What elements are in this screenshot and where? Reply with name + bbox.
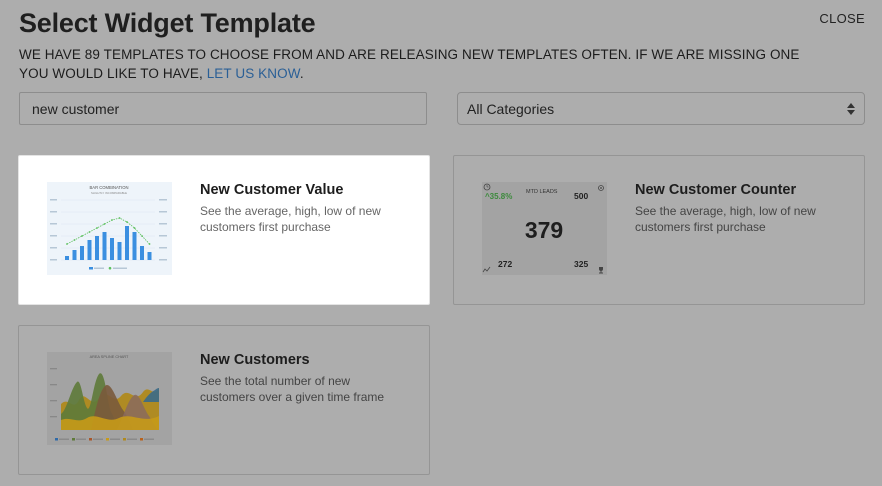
subtitle-text: WE HAVE 89 TEMPLATES TO CHOOSE FROM AND … — [19, 47, 800, 81]
category-selected-value: All Categories — [467, 100, 555, 117]
subtitle-end: . — [299, 66, 304, 81]
close-button[interactable]: CLOSE — [819, 11, 865, 26]
dialog-subtitle: WE HAVE 89 TEMPLATES TO CHOOSE FROM AND … — [19, 45, 809, 83]
category-select[interactable]: All Categories — [457, 92, 865, 125]
template-card-new-customers[interactable]: AREA SPLINE CHART New Customers See the … — [18, 325, 430, 475]
area-spline-thumbnail: AREA SPLINE CHART — [47, 352, 172, 445]
trend-icon — [482, 266, 491, 273]
bar-combination-chart-icon: BAR COMBINATION SLIGHTLY INCOMPARABLE — [50, 185, 167, 270]
thumb-heading: AREA SPLINE CHART — [90, 355, 129, 359]
template-description: See the average, high, low of new custom… — [200, 204, 381, 234]
template-description: See the total number of new customers ov… — [200, 374, 385, 404]
counter-change: 35.8% — [490, 192, 513, 201]
bar-combination-thumbnail: BAR COMBINATION SLIGHTLY INCOMPARABLE — [47, 182, 172, 275]
counter-top-right: 500 — [574, 191, 588, 201]
template-title: New Customer Counter — [635, 182, 797, 198]
dialog-title: Select Widget Template — [19, 8, 316, 38]
counter-bottom-right: 325 — [574, 259, 588, 269]
template-description: See the average, high, low of new custom… — [635, 204, 816, 234]
thumb-heading: BAR COMBINATION — [89, 185, 128, 190]
counter-bottom-left: 272 — [498, 259, 512, 269]
svg-text:^35.8%: ^35.8% — [485, 192, 512, 201]
template-title: New Customer Value — [200, 182, 344, 198]
counter-thumbnail: ^35.8% MTD LEADS 500 379 272 325 — [482, 182, 607, 275]
thumb-subheading: SLIGHTLY INCOMPARABLE — [91, 191, 127, 195]
select-arrows-icon — [847, 102, 855, 115]
template-title: New Customers — [200, 352, 310, 368]
area-spline-chart-icon: AREA SPLINE CHART — [50, 355, 159, 441]
counter-widget-icon: ^35.8% MTD LEADS 500 379 272 325 — [482, 183, 604, 274]
let-us-know-link[interactable]: LET US KNOW — [207, 66, 300, 81]
counter-label: MTD LEADS — [526, 189, 558, 195]
template-card-new-customer-counter[interactable]: ^35.8% MTD LEADS 500 379 272 325 New Cus… — [453, 155, 865, 305]
trophy-icon — [599, 267, 603, 274]
counter-main-value: 379 — [525, 217, 563, 243]
template-card-new-customer-value[interactable]: BAR COMBINATION SLIGHTLY INCOMPARABLE Ne… — [18, 155, 430, 305]
template-search-input[interactable] — [19, 92, 427, 125]
